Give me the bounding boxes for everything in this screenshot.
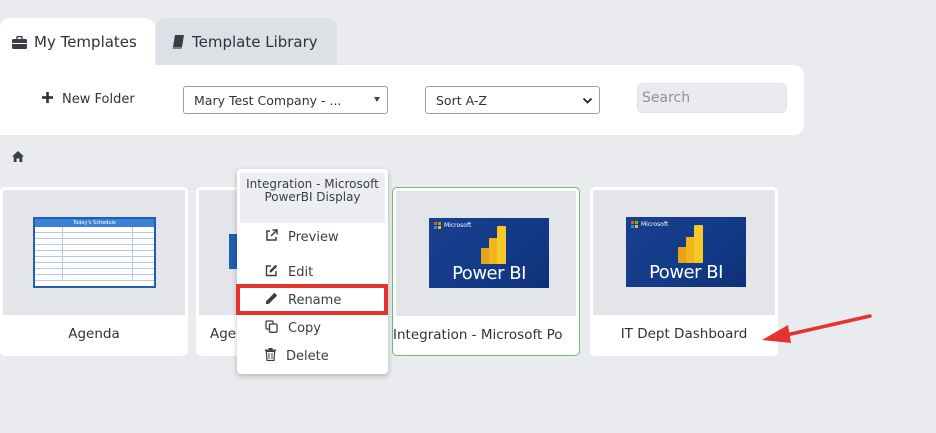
- microsoft-logo: Microsoft: [631, 221, 668, 228]
- annotation-arrow: [760, 308, 872, 352]
- trash-icon: [265, 347, 276, 365]
- power-bi-label: Power BI: [452, 263, 526, 284]
- schedule-thumbnail-title: Today's Schedule: [35, 219, 154, 227]
- menu-item-copy[interactable]: Copy: [237, 316, 388, 340]
- menu-item-label: Delete: [286, 348, 329, 364]
- toolbar: New Folder Mary Test Company - ... Sort …: [0, 65, 804, 135]
- new-folder-button[interactable]: New Folder: [42, 92, 135, 107]
- microsoft-label: Microsoft: [641, 221, 669, 228]
- template-thumbnail: Microsoft Power BI: [593, 190, 775, 315]
- microsoft-logo: Microsoft: [434, 222, 471, 229]
- company-select[interactable]: Mary Test Company - ...: [183, 86, 388, 114]
- sort-select[interactable]: Sort A-Z: [425, 86, 600, 114]
- template-thumbnail: Microsoft Power BI: [396, 191, 576, 316]
- template-card-agenda[interactable]: Today's Schedule Agenda: [0, 187, 188, 356]
- menu-item-label: Copy: [288, 320, 321, 336]
- menu-item-delete[interactable]: Delete: [237, 344, 388, 368]
- external-link-icon: [265, 228, 278, 246]
- power-bi-logo: Microsoft Power BI: [429, 218, 549, 288]
- tab-my-templates-label: My Templates: [34, 33, 137, 51]
- context-menu: Integration - Microsoft PowerBI Display …: [237, 169, 388, 374]
- rename-highlight-box: [236, 284, 388, 315]
- home-icon[interactable]: [12, 147, 24, 166]
- schedule-thumbnail: Today's Schedule: [33, 217, 156, 288]
- template-thumbnail: Today's Schedule: [3, 190, 185, 315]
- briefcase-icon: [12, 35, 27, 49]
- microsoft-label: Microsoft: [444, 222, 472, 229]
- template-card-it-dept-dashboard[interactable]: Microsoft Power BI IT Dept Dashboard: [590, 187, 778, 356]
- caret-down-icon: [374, 97, 380, 102]
- template-card-integration-power-bi[interactable]: Microsoft Power BI Integration - Microso…: [392, 187, 580, 356]
- context-menu-header: Integration - Microsoft PowerBI Display: [240, 173, 385, 223]
- chevron-down-icon: [582, 94, 593, 109]
- menu-item-label: Edit: [288, 264, 314, 280]
- template-title: IT Dept Dashboard: [620, 326, 748, 342]
- tab-template-library-label: Template Library: [192, 33, 318, 51]
- company-select-value: Mary Test Company - ...: [194, 92, 342, 108]
- book-icon: [172, 35, 185, 49]
- tab-my-templates[interactable]: My Templates: [0, 18, 155, 66]
- new-folder-label: New Folder: [62, 92, 135, 107]
- template-title: Agenda: [68, 326, 120, 342]
- copy-icon: [265, 319, 278, 337]
- sort-select-value: Sort A-Z: [436, 92, 487, 108]
- menu-item-preview[interactable]: Preview: [237, 225, 388, 249]
- plus-icon: [42, 92, 53, 107]
- edit-icon: [265, 264, 278, 281]
- menu-item-edit[interactable]: Edit: [237, 260, 388, 284]
- template-title: Integration - Microsoft Po: [393, 327, 563, 343]
- power-bi-label: Power BI: [649, 262, 723, 283]
- menu-item-label: Preview: [288, 229, 339, 245]
- power-bi-logo: Microsoft Power BI: [626, 217, 746, 287]
- tab-template-library[interactable]: Template Library: [156, 18, 337, 66]
- search-input[interactable]: [637, 83, 787, 113]
